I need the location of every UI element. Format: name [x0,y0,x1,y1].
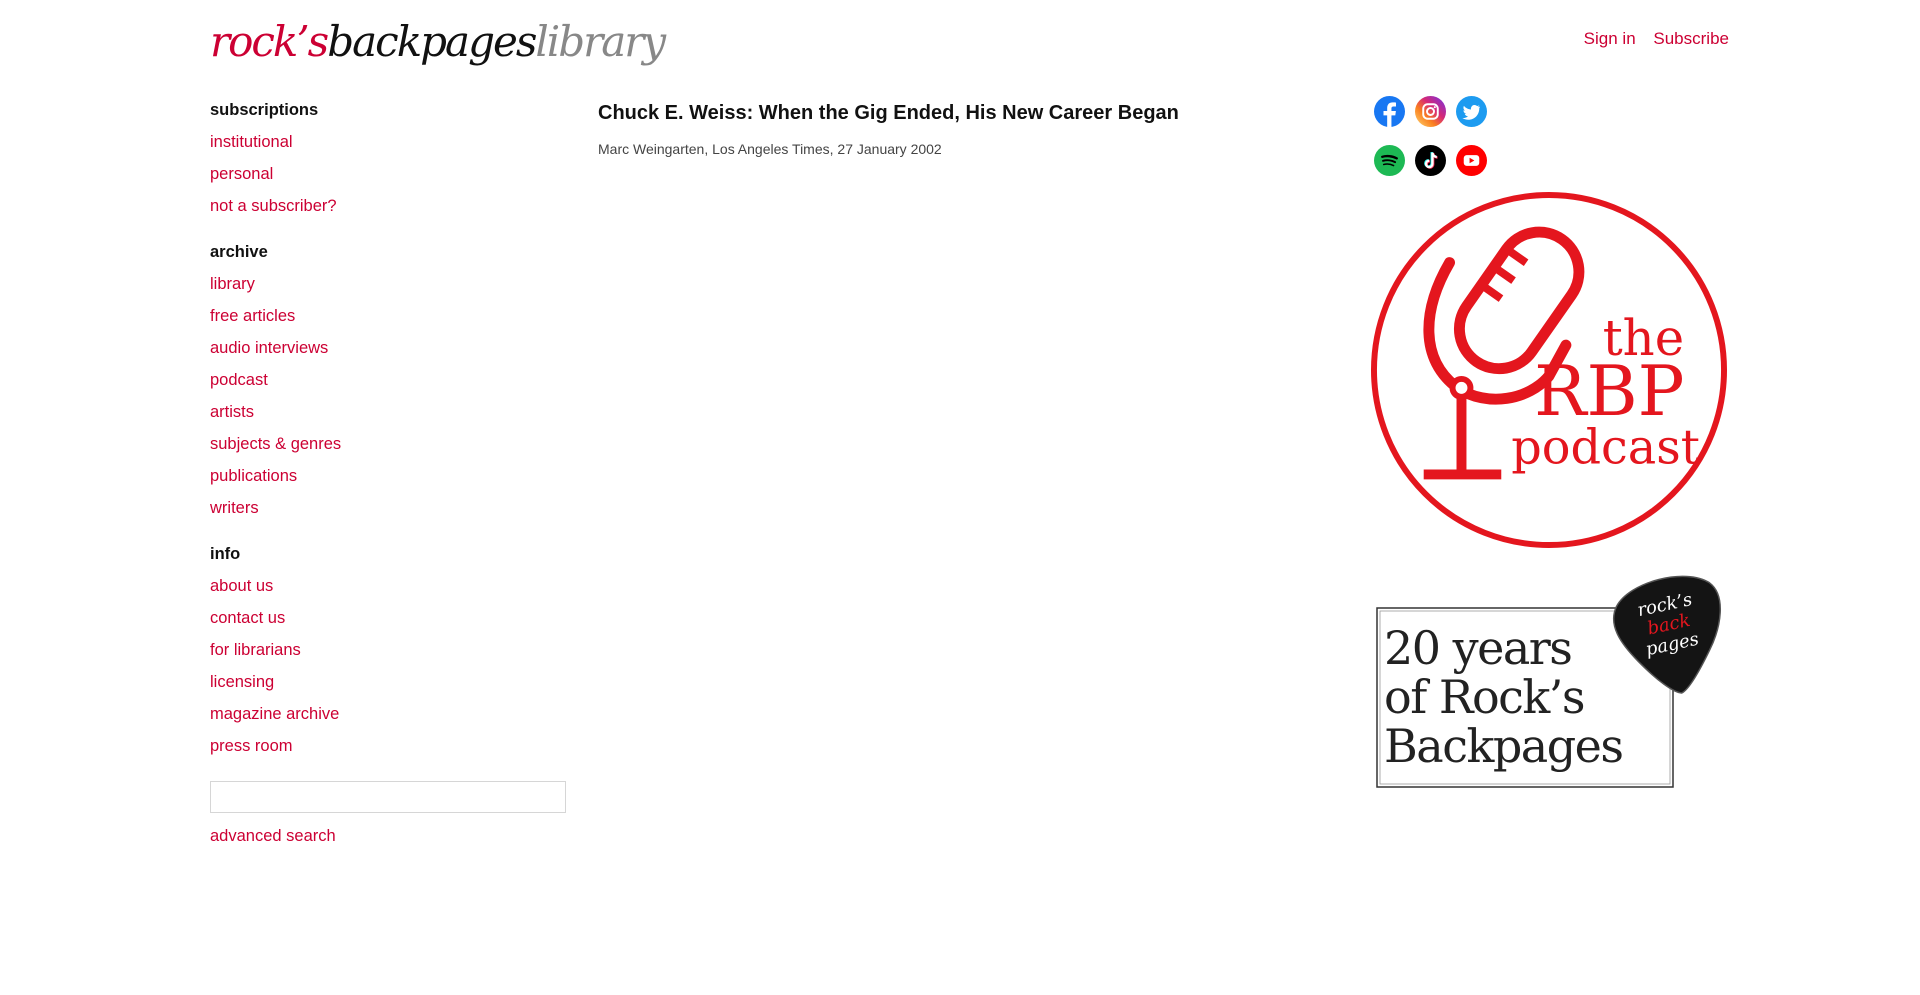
sidebar-link-for-librarians[interactable]: for librarians [210,639,570,661]
advanced-search-link[interactable]: advanced search [210,825,570,847]
sidebar-link-institutional[interactable]: institutional [210,131,570,153]
sidebar-link-audio-interviews[interactable]: audio interviews [210,337,570,359]
info-heading: info [210,545,241,563]
header-nav: Sign in Subscribe [1571,29,1729,49]
sidebar-link-contact-us[interactable]: contact us [210,607,570,629]
anniversary-graphic: 20 years of Rock’s Backpages rock’s back… [1376,575,1722,788]
sidebar: subscriptions institutional personal not… [210,99,570,857]
anniversary-line-1: 20 years [1384,621,1571,675]
article-title: Chuck E. Weiss: When the Gig Ended, His … [598,102,1179,124]
spotify-icon[interactable] [1374,145,1405,176]
sidebar-link-personal[interactable]: personal [210,163,570,185]
archive-heading: archive [210,243,268,261]
sidebar-link-licensing[interactable]: licensing [210,671,570,693]
article: Chuck E. Weiss: When the Gig Ended, His … [598,100,1338,158]
sidebar-link-subjects-genres[interactable]: subjects & genres [210,433,570,455]
anniversary-line-3: Backpages [1384,719,1623,773]
search-input[interactable] [210,781,566,813]
subscriptions-section: subscriptions institutional personal not… [210,99,570,217]
podcast-text-podcast: podcast [1511,420,1700,475]
sidebar-link-podcast[interactable]: podcast [210,369,570,391]
anniversary-line-2: of Rock’s [1384,670,1584,724]
logo-library: library [535,17,666,66]
archive-section: archive library free articles audio inte… [210,241,570,519]
twitter-icon[interactable] [1456,96,1487,127]
article-byline: Marc Weingarten, Los Angeles Times, 27 J… [598,141,942,157]
sidebar-link-library[interactable]: library [210,273,570,295]
facebook-icon[interactable] [1374,96,1405,127]
logo-backpages: backpages [327,17,537,66]
sign-in-link[interactable]: Sign in [1584,29,1636,48]
logo-rocks: rock’s [210,17,329,66]
sidebar-link-publications[interactable]: publications [210,465,570,487]
sidebar-link-not-a-subscriber[interactable]: not a subscriber? [210,195,570,217]
youtube-icon[interactable] [1456,145,1487,176]
social-links [1374,96,1504,194]
sidebar-link-press-room[interactable]: press room [210,735,570,757]
sidebar-link-writers[interactable]: writers [210,497,570,519]
social-row-2 [1374,145,1504,176]
sidebar-link-about-us[interactable]: about us [210,575,570,597]
subscriptions-heading: subscriptions [210,101,319,119]
tiktok-icon[interactable] [1415,145,1446,176]
info-section: info about us contact us for librarians … [210,543,570,757]
sidebar-link-magazine-archive[interactable]: magazine archive [210,703,570,725]
sidebar-link-artists[interactable]: artists [210,401,570,423]
social-row-1 [1374,96,1504,127]
sidebar-link-free-articles[interactable]: free articles [210,305,570,327]
podcast-logo: the RBP podcast [1370,191,1728,549]
site-logo[interactable]: rock’sbackpageslibrary [210,14,666,70]
subscribe-link[interactable]: Subscribe [1653,29,1729,48]
instagram-icon[interactable] [1415,96,1446,127]
